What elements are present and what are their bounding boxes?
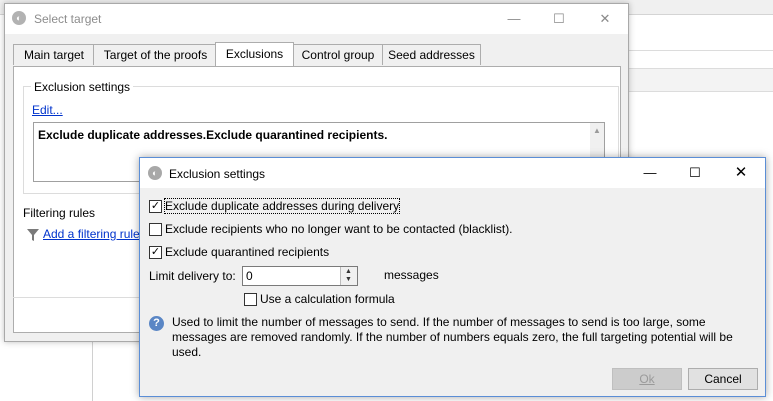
tab-target-of-the-proofs[interactable]: Target of the proofs [93, 44, 218, 65]
edit-link[interactable]: Edit... [32, 103, 63, 117]
maximize-icon[interactable]: ☐ [536, 4, 582, 34]
help-icon: ? [149, 316, 164, 331]
add-filtering-rule-link[interactable]: Add a filtering rule [43, 227, 140, 241]
exclusion-summary-text: Exclude duplicate addresses.Exclude quar… [38, 128, 388, 142]
maximize-icon[interactable]: ☐ [672, 158, 718, 188]
dialog-title: Select target [34, 12, 102, 26]
app-icon: ◐ [148, 166, 162, 180]
help-text: Used to limit the number of messages to … [172, 315, 733, 359]
filtering-rules-label: Filtering rules [23, 206, 96, 220]
tab-seed-addresses[interactable]: Seed addresses [382, 44, 481, 65]
scroll-up-icon[interactable]: ▲ [593, 126, 601, 135]
tab-control-group[interactable]: Control group [291, 44, 385, 65]
messages-unit-label: messages [384, 268, 439, 282]
exclude-blacklist-checkbox[interactable] [149, 223, 162, 236]
exclude-quarantined-checkbox[interactable]: ✓ [149, 246, 162, 259]
stepper-buttons[interactable]: ▲ ▼ [340, 267, 357, 285]
stepper-up-icon[interactable]: ▲ [345, 268, 352, 275]
exclude-duplicates-checkbox[interactable]: ✓ [149, 200, 162, 213]
exclude-duplicates-label[interactable]: Exclude duplicate addresses during deliv… [163, 198, 401, 214]
limit-delivery-label: Limit delivery to: [149, 269, 236, 283]
tab-main-target[interactable]: Main target [13, 44, 95, 65]
title-bar[interactable]: ◐ Exclusion settings — ☐ ✕ [140, 158, 765, 188]
dialog-title: Exclusion settings [169, 167, 266, 181]
tab-exclusions[interactable]: Exclusions [215, 42, 294, 66]
calc-formula-label[interactable]: Use a calculation formula [260, 292, 395, 306]
exclusion-settings-dialog: ◐ Exclusion settings — ☐ ✕ ✓ Exclude dup… [139, 157, 766, 397]
divider [13, 297, 148, 298]
exclude-quarantined-label[interactable]: Exclude quarantined recipients [165, 245, 329, 259]
exclude-blacklist-label[interactable]: Exclude recipients who no longer want to… [165, 222, 513, 236]
title-bar[interactable]: ◐ Select target — ☐ ✕ [5, 4, 628, 34]
app-icon: ◐ [12, 11, 26, 25]
ok-button-label: Ok [639, 372, 655, 386]
limit-delivery-stepper[interactable]: 0 ▲ ▼ [242, 266, 358, 286]
close-icon[interactable]: ✕ [582, 4, 628, 34]
funnel-icon [27, 229, 39, 241]
limit-delivery-value[interactable]: 0 [246, 269, 253, 283]
cancel-button-label: Cancel [704, 372, 742, 386]
ok-button[interactable]: Ok [612, 368, 682, 390]
background-header-bar [620, 68, 773, 92]
exclusion-settings-label: Exclusion settings [31, 80, 134, 94]
minimize-icon[interactable]: — [627, 158, 673, 188]
background-divider [620, 50, 773, 51]
calc-formula-checkbox[interactable] [244, 293, 257, 306]
cancel-button[interactable]: Cancel [688, 368, 758, 390]
minimize-icon[interactable]: — [491, 4, 537, 34]
stepper-down-icon[interactable]: ▼ [345, 276, 352, 283]
close-icon[interactable]: ✕ [718, 158, 764, 188]
